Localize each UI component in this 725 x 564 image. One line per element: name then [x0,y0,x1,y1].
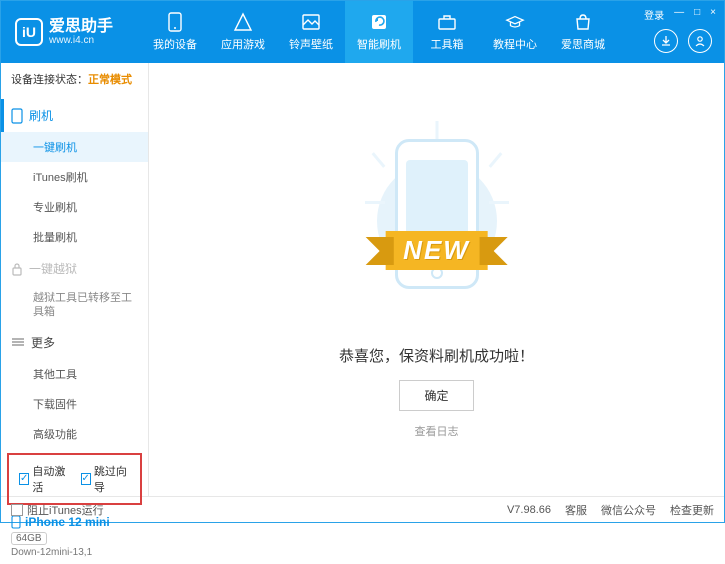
nav-flash[interactable]: 智能刷机 [345,1,413,63]
checkmark-icon: ✓ [19,473,29,485]
sidebar-item-oneclick-flash[interactable]: 一键刷机 [1,132,148,162]
nav-ringtone[interactable]: 铃声壁纸 [277,1,345,63]
footer-link-update[interactable]: 检查更新 [670,502,714,518]
nav-label: 爱思商城 [561,36,605,52]
footer-right: V7.98.66 客服 微信公众号 检查更新 [507,502,714,518]
checkbox-label: 阻止iTunes运行 [27,502,104,518]
nav-tutorial[interactable]: 教程中心 [481,1,549,63]
nav-apps[interactable]: 应用游戏 [209,1,277,63]
logo-area: iU 爱思助手 www.i4.cn [1,18,141,47]
sidebar-group-more[interactable]: 更多 [1,326,148,359]
nav-label: 工具箱 [431,36,464,52]
new-badge: NEW [385,231,488,270]
phone-small-icon [11,108,23,124]
sidebar-item-pro-flash[interactable]: 专业刷机 [1,192,148,222]
nav-store[interactable]: 爱思商城 [549,1,617,63]
sidebar-item-itunes-flash[interactable]: iTunes刷机 [1,162,148,192]
flash-icon [369,12,389,32]
app-logo-icon: iU [15,18,43,46]
nav-label: 应用游戏 [221,36,265,52]
success-illustration: NEW [357,121,517,301]
nav-label: 智能刷机 [357,36,401,52]
nav-label: 铃声壁纸 [289,36,333,52]
apps-icon [233,12,253,32]
login-link[interactable]: 登录 [644,7,664,22]
nav-toolbox[interactable]: 工具箱 [413,1,481,63]
sidebar-item-batch-flash[interactable]: 批量刷机 [1,222,148,252]
user-icon[interactable] [688,29,712,53]
conn-label: 设备连接状态： [11,74,88,86]
nav-my-device[interactable]: 我的设备 [141,1,209,63]
download-icon[interactable] [654,29,678,53]
wallpaper-icon [301,12,321,32]
footer-link-support[interactable]: 客服 [565,502,587,518]
checkmark-icon: ✓ [81,473,91,485]
sidebar-group-jailbreak[interactable]: 一键越狱 [1,252,148,285]
sidebar: 设备连接状态：正常模式 刷机 一键刷机 iTunes刷机 专业刷机 批量刷机 一… [1,63,149,496]
minimize-button[interactable]: — [674,7,684,22]
checkbox-icon [11,504,23,516]
more-icon [11,337,25,347]
logo-text: 爱思助手 www.i4.cn [49,18,113,47]
nav-label: 我的设备 [153,36,197,52]
device-detail: Down-12mini-13,1 [11,547,138,558]
group-label: 一键越狱 [29,260,77,277]
conn-value: 正常模式 [88,74,132,86]
flash-options-highlight: ✓ 自动激活 ✓ 跳过向导 [7,453,142,505]
main-panel: NEW 恭喜您，保资料刷机成功啦！ 确定 查看日志 [149,63,724,496]
store-icon [573,12,593,32]
group-label: 更多 [31,334,55,351]
version-label: V7.98.66 [507,504,551,516]
maximize-button[interactable]: □ [694,7,700,22]
success-message: 恭喜您，保资料刷机成功啦！ [339,345,534,366]
device-storage: 64GB [11,532,47,545]
close-button[interactable]: × [710,7,716,22]
sidebar-item-advanced[interactable]: 高级功能 [1,419,148,449]
app-header: iU 爱思助手 www.i4.cn 我的设备 应用游戏 铃声壁纸 智能刷机 工具… [1,1,724,63]
lock-icon [11,262,23,276]
sidebar-item-download-firmware[interactable]: 下载固件 [1,389,148,419]
phone-icon [165,12,185,32]
jailbreak-note: 越狱工具已转移至工具箱 [1,285,148,326]
app-subtitle: www.i4.cn [49,35,113,46]
nav-label: 教程中心 [493,36,537,52]
group-label: 刷机 [29,107,53,124]
connection-status: 设备连接状态：正常模式 [1,63,148,95]
sidebar-group-flash[interactable]: 刷机 [1,99,148,132]
ok-button[interactable]: 确定 [399,380,473,411]
checkbox-block-itunes[interactable]: 阻止iTunes运行 [11,502,104,518]
window-controls: 登录 — □ × [644,7,716,22]
toolbox-icon [437,12,457,32]
main-nav: 我的设备 应用游戏 铃声壁纸 智能刷机 工具箱 教程中心 爱思商城 [141,1,724,63]
content-area: 设备连接状态：正常模式 刷机 一键刷机 iTunes刷机 专业刷机 批量刷机 一… [1,63,724,496]
tutorial-icon [505,12,525,32]
checkbox-label: 跳过向导 [94,463,130,495]
view-log-link[interactable]: 查看日志 [415,423,459,439]
sidebar-item-other-tools[interactable]: 其他工具 [1,359,148,389]
checkbox-auto-activate[interactable]: ✓ 自动激活 [19,463,69,495]
checkbox-label: 自动激活 [32,463,68,495]
app-title: 爱思助手 [49,18,113,36]
header-action-icons [654,29,712,53]
footer-link-wechat[interactable]: 微信公众号 [601,502,656,518]
checkbox-skip-guide[interactable]: ✓ 跳过向导 [81,463,131,495]
